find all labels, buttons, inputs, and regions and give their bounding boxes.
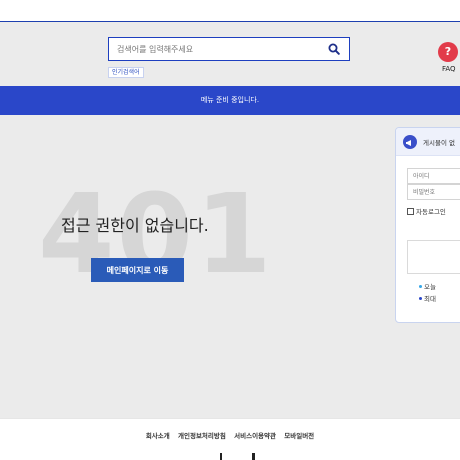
notice-bar: 메뉴 준비 중입니다. <box>0 86 460 115</box>
panel-header: 게시물이 없 <box>396 128 460 156</box>
auto-login-checkbox[interactable]: 자동로그인 <box>407 206 446 216</box>
search-icon[interactable] <box>328 43 340 55</box>
search-input[interactable] <box>109 38 319 60</box>
stat-max: 최대 <box>419 293 436 303</box>
top-strip <box>0 0 460 22</box>
id-field[interactable] <box>407 168 460 184</box>
popular-search-tag[interactable]: 인기검색어 <box>108 67 144 78</box>
footer-link-mobile[interactable]: 모바일버전 <box>284 432 314 440</box>
footer: 회사소개 개인정보처리방침 서비스이용약관 모바일버전 <box>0 418 460 460</box>
go-main-button[interactable]: 메인페이지로 이동 <box>91 258 184 282</box>
stats-box <box>407 240 460 274</box>
question-icon: ? <box>438 42 458 62</box>
max-label: 최대 <box>424 295 436 303</box>
stat-today: 오늘 <box>419 281 436 291</box>
footer-links: 회사소개 개인정보처리방침 서비스이용약관 모바일버전 <box>0 430 460 440</box>
footer-logo-fragment <box>220 453 222 460</box>
today-dot-icon <box>419 285 422 288</box>
notice-text: 메뉴 준비 중입니다. <box>200 96 260 104</box>
header: 인기검색어 ? FAQ <box>0 23 460 86</box>
checkbox-icon[interactable] <box>407 208 414 215</box>
search-box <box>108 37 350 61</box>
footer-logo-fragment <box>252 453 255 460</box>
error-message: 접근 권한이 없습니다. <box>61 216 209 235</box>
today-label: 오늘 <box>424 283 436 291</box>
max-dot-icon <box>419 297 422 300</box>
footer-link-privacy[interactable]: 개인정보처리방침 <box>178 432 226 440</box>
password-field[interactable] <box>407 184 460 200</box>
panel-title: 게시물이 없 <box>423 139 455 147</box>
faq-button[interactable]: ? FAQ <box>438 42 460 73</box>
auto-login-label: 자동로그인 <box>416 208 446 216</box>
footer-link-terms[interactable]: 서비스이용약관 <box>234 432 276 440</box>
footer-link-company[interactable]: 회사소개 <box>146 432 170 440</box>
faq-label: FAQ <box>442 65 456 73</box>
megaphone-icon <box>403 135 417 149</box>
main-content: 401 접근 권한이 없습니다. 메인페이지로 이동 게시물이 없 자동로그인 … <box>0 115 460 418</box>
